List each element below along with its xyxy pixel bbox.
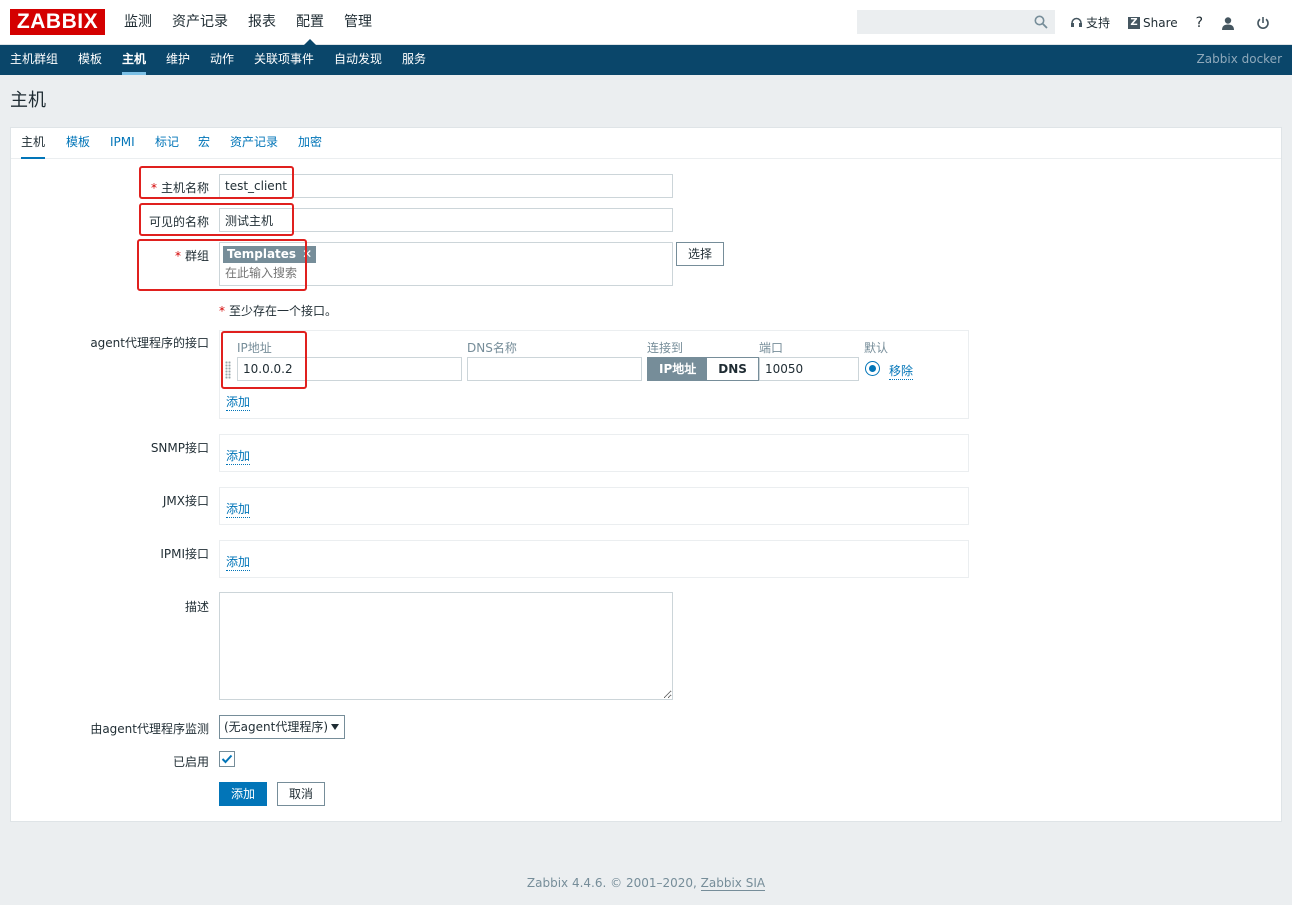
subnav-services[interactable]: 服务 xyxy=(402,45,426,75)
main-menu: 监测 资产记录 报表 配置 管理 xyxy=(124,0,392,45)
header-links: 支持 Z Share ? xyxy=(1070,0,1291,45)
connect-to-toggle: IP地址 DNS xyxy=(647,357,759,381)
top-header: ZABBIX 监测 资产记录 报表 配置 管理 支持 Z Share ? xyxy=(0,0,1292,45)
menu-administration[interactable]: 管理 xyxy=(344,0,372,45)
remove-chip-icon[interactable]: ✕ xyxy=(302,247,312,261)
support-label: 支持 xyxy=(1086,16,1111,30)
subnav-templates[interactable]: 模板 xyxy=(78,45,102,75)
tab-encryption[interactable]: 加密 xyxy=(298,128,322,159)
agent-dns-input[interactable] xyxy=(467,357,642,381)
col-default: 默认 xyxy=(864,341,889,355)
connect-dns-option[interactable]: DNS xyxy=(707,358,758,380)
subnav-host-groups[interactable]: 主机群组 xyxy=(10,45,58,75)
add-host-button[interactable]: 添加 xyxy=(219,782,267,806)
footer-link[interactable]: Zabbix SIA xyxy=(700,876,766,891)
share-label: Share xyxy=(1143,15,1178,30)
agent-interfaces-box: IP地址 DNS名称 连接到 端口 默认 IP地址 DNS 移除 添加 xyxy=(219,330,969,419)
tab-inventory[interactable]: 资产记录 xyxy=(230,128,278,159)
group-chip-templates: Templates ✕ xyxy=(223,246,317,263)
groups-multiselect[interactable]: Templates ✕ xyxy=(219,242,673,286)
subnav-maintenance[interactable]: 维护 xyxy=(166,45,190,75)
tab-tags[interactable]: 标记 xyxy=(155,128,179,159)
global-search xyxy=(857,10,1055,34)
host-name-input[interactable] xyxy=(219,174,673,198)
chevron-down-icon xyxy=(331,724,339,730)
enabled-label: 已启用 xyxy=(172,755,209,769)
agent-port-input[interactable] xyxy=(759,357,859,381)
groups-search-input[interactable] xyxy=(225,266,525,280)
server-name: Zabbix docker xyxy=(1196,52,1282,66)
checkmark-icon xyxy=(221,754,233,764)
tab-macros[interactable]: 宏 xyxy=(198,128,210,159)
page-title: 主机 xyxy=(10,90,46,111)
subnav-actions[interactable]: 动作 xyxy=(210,45,234,75)
zabbix-share-icon: Z xyxy=(1128,16,1141,29)
help-link[interactable]: ? xyxy=(1196,15,1203,31)
snmp-interfaces-box: 添加 xyxy=(219,434,969,472)
footer: Zabbix 4.4.6. © 2001–2020, Zabbix SIA xyxy=(0,876,1292,891)
support-link[interactable]: 支持 xyxy=(1070,14,1110,31)
user-profile-link[interactable] xyxy=(1221,16,1238,30)
drag-handle-icon[interactable] xyxy=(225,361,231,379)
user-icon xyxy=(1222,16,1235,30)
sub-navigation: 主机群组 模板 主机 维护 动作 关联项事件 自动发现 服务 Zabbix do… xyxy=(0,45,1292,75)
proxy-select-value: (无agent代理程序) xyxy=(224,720,329,734)
add-ipmi-interface-link[interactable]: 添加 xyxy=(226,553,251,571)
col-ip: IP地址 xyxy=(237,341,272,355)
subnav-discovery[interactable]: 自动发现 xyxy=(334,45,382,75)
remove-interface-link[interactable]: 移除 xyxy=(889,362,914,380)
form-tabs: 主机 模板 IPMI 标记 宏 资产记录 加密 xyxy=(11,128,1281,159)
connect-ip-option[interactable]: IP地址 xyxy=(648,358,708,380)
headset-icon xyxy=(1071,17,1082,27)
jmx-interfaces-box: 添加 xyxy=(219,487,969,525)
default-interface-radio[interactable] xyxy=(865,361,880,376)
subnav-hosts[interactable]: 主机 xyxy=(122,45,147,75)
help-icon: ? xyxy=(1195,14,1204,31)
menu-monitoring[interactable]: 监测 xyxy=(124,0,152,45)
menu-inventory[interactable]: 资产记录 xyxy=(172,0,228,45)
tab-host[interactable]: 主机 xyxy=(21,128,46,159)
monitored-by-label: 由agent代理程序监测 xyxy=(90,722,209,736)
required-star: * xyxy=(174,249,181,263)
col-connect: 连接到 xyxy=(647,341,684,355)
add-snmp-interface-link[interactable]: 添加 xyxy=(226,447,251,465)
snmp-interfaces-label: SNMP接口 xyxy=(150,441,209,455)
ipmi-interfaces-box: 添加 xyxy=(219,540,969,578)
tab-ipmi[interactable]: IPMI xyxy=(110,128,135,159)
description-label: 描述 xyxy=(184,600,209,614)
description-textarea[interactable] xyxy=(219,592,673,700)
groups-label: * 群组 xyxy=(174,249,209,263)
zabbix-logo[interactable]: ZABBIX xyxy=(10,9,105,35)
select-groups-button[interactable]: 选择 xyxy=(676,242,724,266)
search-icon[interactable] xyxy=(1034,15,1048,29)
add-jmx-interface-link[interactable]: 添加 xyxy=(226,500,251,518)
footer-text: Zabbix 4.4.6. © 2001–2020, xyxy=(526,876,701,890)
col-port: 端口 xyxy=(759,341,784,355)
cancel-button[interactable]: 取消 xyxy=(277,782,325,806)
enabled-checkbox[interactable] xyxy=(219,751,235,767)
menu-configuration[interactable]: 配置 xyxy=(296,0,324,45)
subnav-event-correlation[interactable]: 关联项事件 xyxy=(254,45,314,75)
jmx-interfaces-label: JMX接口 xyxy=(162,494,209,508)
power-icon xyxy=(1257,16,1269,29)
menu-reports[interactable]: 报表 xyxy=(248,0,276,45)
ipmi-interfaces-label: IPMI接口 xyxy=(160,547,209,561)
tab-templates[interactable]: 模板 xyxy=(66,128,90,159)
signout-link[interactable] xyxy=(1256,16,1273,30)
required-star: * xyxy=(150,181,157,195)
visible-name-label: 可见的名称 xyxy=(148,215,209,229)
interface-note: * 至少存在一个接口。 xyxy=(219,304,338,318)
col-dns: DNS名称 xyxy=(467,341,517,355)
share-link[interactable]: Z Share xyxy=(1128,16,1178,30)
proxy-select[interactable]: (无agent代理程序) xyxy=(219,715,345,739)
search-input[interactable] xyxy=(858,11,1028,33)
host-form-card: 主机 模板 IPMI 标记 宏 资产记录 加密 *主机名称 可见的名称 *群组 … xyxy=(10,127,1282,822)
agent-ip-input[interactable] xyxy=(237,357,462,381)
visible-name-input[interactable] xyxy=(219,208,673,232)
add-agent-interface-link[interactable]: 添加 xyxy=(226,393,251,411)
host-name-label: * 主机名称 xyxy=(150,181,209,195)
agent-interfaces-label: agent代理程序的接口 xyxy=(90,336,209,350)
